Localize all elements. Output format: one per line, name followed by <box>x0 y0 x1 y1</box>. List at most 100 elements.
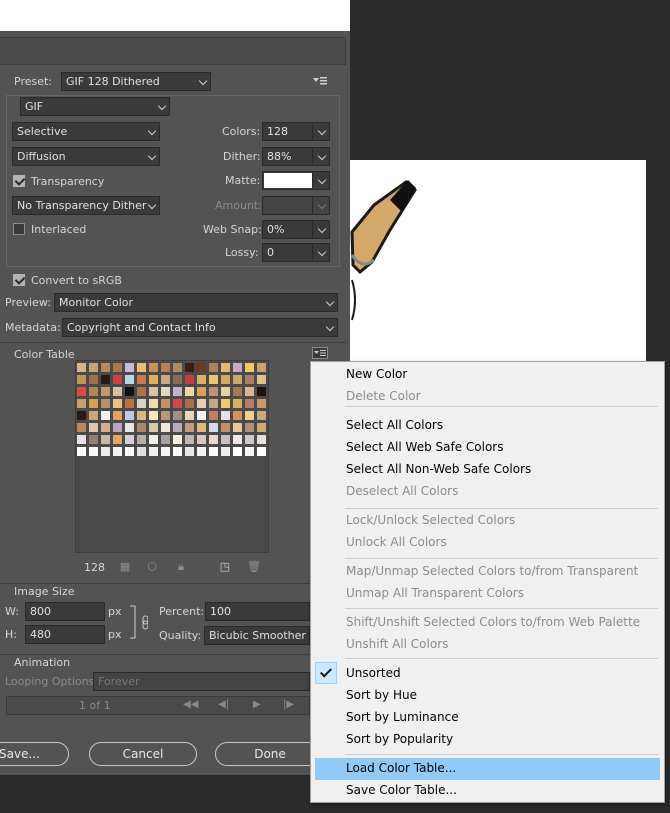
color-swatch[interactable] <box>76 422 87 433</box>
color-swatch[interactable] <box>184 398 195 409</box>
transparency-dither-dropdown[interactable]: No Transparency Dither <box>12 196 160 215</box>
color-swatch[interactable] <box>196 398 207 409</box>
color-swatch[interactable] <box>244 386 255 397</box>
color-swatch[interactable] <box>232 446 243 457</box>
color-swatch[interactable] <box>184 386 195 397</box>
color-swatch[interactable] <box>160 398 171 409</box>
color-swatch[interactable] <box>100 374 111 385</box>
color-swatch[interactable] <box>160 386 171 397</box>
color-swatch[interactable] <box>76 434 87 445</box>
color-swatch[interactable] <box>196 374 207 385</box>
color-swatch[interactable] <box>112 434 123 445</box>
color-swatch[interactable] <box>100 398 111 409</box>
color-swatch[interactable] <box>112 362 123 373</box>
color-swatch[interactable] <box>244 422 255 433</box>
menu-item-select-web-safe[interactable]: Select All Web Safe Colors <box>346 440 503 454</box>
color-swatch[interactable] <box>112 374 123 385</box>
color-swatch[interactable] <box>256 446 267 457</box>
color-swatch[interactable] <box>112 446 123 457</box>
interlaced-checkbox[interactable] <box>13 223 25 235</box>
color-swatch[interactable] <box>88 362 99 373</box>
menu-item-sort-popularity[interactable]: Sort by Popularity <box>346 732 453 746</box>
web-snap-combo[interactable]: 0% <box>262 220 330 239</box>
done-button[interactable]: Done <box>215 742 325 766</box>
color-swatch[interactable] <box>160 446 171 457</box>
save-button[interactable]: Save... <box>0 742 69 766</box>
menu-item-new-color[interactable]: New Color <box>346 367 407 381</box>
color-swatch[interactable] <box>100 362 111 373</box>
color-swatch[interactable] <box>76 410 87 421</box>
color-swatch[interactable] <box>256 410 267 421</box>
color-swatch[interactable] <box>220 374 231 385</box>
color-swatch[interactable] <box>172 362 183 373</box>
new-color-icon[interactable]: ◳ <box>219 561 231 573</box>
color-swatch[interactable] <box>244 446 255 457</box>
color-swatch[interactable] <box>160 422 171 433</box>
color-swatch[interactable] <box>184 434 195 445</box>
color-swatch[interactable] <box>136 446 147 457</box>
color-swatch[interactable] <box>184 410 195 421</box>
color-swatch[interactable] <box>76 362 87 373</box>
color-swatch[interactable] <box>148 434 159 445</box>
color-swatch[interactable] <box>136 422 147 433</box>
web-shift-icon[interactable]: ⬡ <box>146 561 158 573</box>
color-swatch[interactable] <box>124 374 135 385</box>
color-swatch[interactable] <box>160 410 171 421</box>
color-swatch[interactable] <box>148 374 159 385</box>
color-swatch[interactable] <box>148 410 159 421</box>
color-swatch[interactable] <box>136 434 147 445</box>
menu-item-sort-hue[interactable]: Sort by Hue <box>346 688 417 702</box>
color-swatch[interactable] <box>136 362 147 373</box>
matte-dropdown[interactable] <box>262 171 330 190</box>
format-dropdown[interactable]: GIF <box>20 97 170 116</box>
color-swatch[interactable] <box>136 386 147 397</box>
color-swatch[interactable] <box>208 410 219 421</box>
optimize-menu-icon[interactable] <box>312 74 328 88</box>
color-swatch[interactable] <box>136 374 147 385</box>
color-swatch[interactable] <box>124 386 135 397</box>
metadata-dropdown[interactable]: Copyright and Contact Info <box>62 318 338 337</box>
color-swatch[interactable] <box>76 446 87 457</box>
color-swatch[interactable] <box>172 374 183 385</box>
color-swatch[interactable] <box>232 422 243 433</box>
color-swatch[interactable] <box>208 374 219 385</box>
color-swatch[interactable] <box>112 410 123 421</box>
map-transparent-icon[interactable]: ▦ <box>119 561 131 573</box>
color-swatch[interactable] <box>148 386 159 397</box>
transparency-checkbox[interactable] <box>13 175 25 187</box>
color-swatch[interactable] <box>196 362 207 373</box>
color-swatch[interactable] <box>124 362 135 373</box>
dither-combo[interactable]: 88% <box>262 147 330 166</box>
color-swatch[interactable] <box>100 386 111 397</box>
menu-item-select-non-web-safe[interactable]: Select All Non-Web Safe Colors <box>346 462 531 476</box>
color-swatch[interactable] <box>256 434 267 445</box>
color-swatch[interactable] <box>88 398 99 409</box>
cancel-button[interactable]: Cancel <box>89 742 197 766</box>
menu-item-sort-luminance[interactable]: Sort by Luminance <box>346 710 459 724</box>
color-swatch[interactable] <box>208 386 219 397</box>
color-swatch[interactable] <box>220 410 231 421</box>
color-swatch[interactable] <box>244 398 255 409</box>
color-swatch[interactable] <box>244 362 255 373</box>
color-swatch[interactable] <box>88 434 99 445</box>
color-swatch[interactable] <box>256 386 267 397</box>
color-swatch[interactable] <box>220 422 231 433</box>
color-swatch[interactable] <box>256 374 267 385</box>
color-swatch[interactable] <box>124 410 135 421</box>
convert-srgb-checkbox[interactable] <box>13 274 25 286</box>
color-swatch[interactable] <box>124 434 135 445</box>
color-swatch[interactable] <box>100 422 111 433</box>
color-swatch[interactable] <box>220 434 231 445</box>
color-swatch[interactable] <box>244 374 255 385</box>
color-swatch[interactable] <box>232 410 243 421</box>
color-swatch[interactable] <box>244 410 255 421</box>
menu-item-save-color-table[interactable]: Save Color Table... <box>346 783 457 797</box>
color-swatch[interactable] <box>160 362 171 373</box>
color-swatch[interactable] <box>256 422 267 433</box>
color-swatch[interactable] <box>100 434 111 445</box>
color-swatch[interactable] <box>184 446 195 457</box>
color-swatch[interactable] <box>232 374 243 385</box>
color-swatch[interactable] <box>196 410 207 421</box>
color-swatch[interactable] <box>148 422 159 433</box>
color-swatch[interactable] <box>124 398 135 409</box>
